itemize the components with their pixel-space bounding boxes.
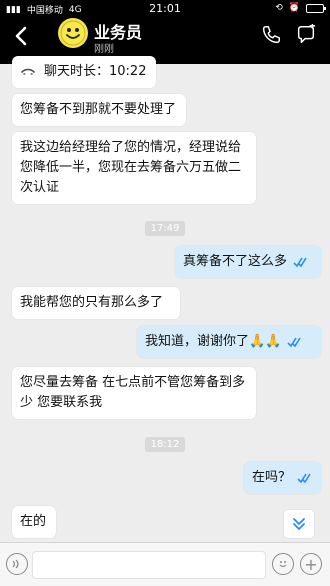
status-bar: ▮▮▮ 中国移动 4G 21:01 ⟲ ⏰ — [0, 0, 330, 18]
lock-rotation-icon: ⟲ — [275, 3, 283, 13]
smiley-icon — [60, 20, 86, 46]
scroll-to-bottom-button[interactable] — [284, 510, 314, 538]
phone-icon[interactable] — [260, 24, 282, 46]
alarm-icon: ⏰ — [288, 3, 300, 13]
more-button[interactable]: + — [300, 553, 322, 575]
chevron-left-icon[interactable] — [10, 24, 34, 48]
message-input[interactable] — [32, 551, 266, 579]
message-text: 我知道，谢谢你了🙏🙏 — [145, 334, 282, 349]
message-received[interactable]: 您尽量去筹备 在七点前不管您筹备到多少 您要联系我 — [12, 367, 256, 419]
read-check-icon — [293, 257, 307, 267]
message-received[interactable]: 我这边给经理给了您的情况，经理说给您降低一半，您现在去筹备六万五做二次认证 — [12, 132, 256, 204]
time-divider: 17:49 — [0, 221, 330, 236]
chat-bubble-icon[interactable] — [294, 24, 318, 46]
message-sent[interactable]: 在吗？ — [244, 462, 321, 494]
bubble[interactable]: 真筹备不了这么多 — [175, 246, 321, 278]
bubble[interactable]: 聊天时长：10:22 — [12, 56, 156, 88]
message-text: 在吗？ — [252, 470, 292, 485]
message-text: 您尽量去筹备 在七点前不管您筹备到多少 您要联系我 — [20, 375, 246, 410]
top-bar: ▮▮▮ 中国移动 4G 21:01 ⟲ ⏰ 业务员 刚刚 — [0, 0, 330, 64]
battery-icon — [306, 3, 326, 13]
bubble[interactable]: 您尽量去筹备 在七点前不管您筹备到多少 您要联系我 — [12, 367, 256, 419]
read-check-icon — [287, 337, 302, 347]
time-label: 18:12 — [144, 437, 186, 452]
message-text: 我这边给经理给了您的情况，经理说给您降低一半，您现在去筹备六万五做二次认证 — [20, 140, 242, 195]
avatar[interactable] — [58, 18, 88, 48]
message-text: 聊天时长：10:22 — [44, 64, 147, 79]
voice-icon — [12, 559, 19, 569]
bubble[interactable]: 我这边给经理给了您的情况，经理说给您降低一半，您现在去筹备六万五做二次认证 — [12, 132, 256, 204]
message-received[interactable]: 聊天时长：10:22 — [12, 56, 156, 88]
message-sent[interactable]: 我知道，谢谢你了🙏🙏 — [137, 326, 321, 358]
message-text: 在的 — [20, 514, 47, 529]
bubble[interactable]: 在吗？ — [244, 462, 321, 494]
status-right: ⟲ ⏰ — [275, 3, 326, 13]
double-chevron-down-icon — [293, 518, 305, 530]
emoji-icon — [279, 561, 287, 568]
read-check-icon — [297, 473, 311, 483]
emoji-button[interactable] — [272, 553, 294, 575]
message-received[interactable]: 我能帮您的只有那么多了 — [12, 287, 180, 319]
plus-icon: + — [304, 554, 318, 574]
message-text: 您筹备不到那就不要处理了 — [20, 102, 177, 117]
phone-call-icon — [21, 68, 35, 75]
bubble[interactable]: 我知道，谢谢你了🙏🙏 — [137, 326, 321, 358]
bubble[interactable]: 您筹备不到那就不要处理了 — [12, 94, 186, 126]
time-divider: 18:12 — [0, 437, 330, 452]
message-sent[interactable]: 真筹备不了这么多 — [175, 246, 321, 278]
message-text: 我能帮您的只有那么多了 — [20, 295, 164, 310]
bubble[interactable]: 在的 — [12, 506, 56, 538]
message-text: 真筹备不了这么多 — [183, 254, 288, 269]
time-label: 17:49 — [144, 221, 186, 236]
last-seen: 刚刚 — [94, 44, 114, 55]
bubble[interactable]: 我能帮您的只有那么多了 — [12, 287, 180, 319]
voice-button[interactable] — [6, 553, 28, 575]
message-received[interactable]: 在的 — [12, 506, 56, 538]
message-received[interactable]: 您筹备不到那就不要处理了 — [12, 94, 186, 126]
input-bar: + — [0, 542, 330, 586]
